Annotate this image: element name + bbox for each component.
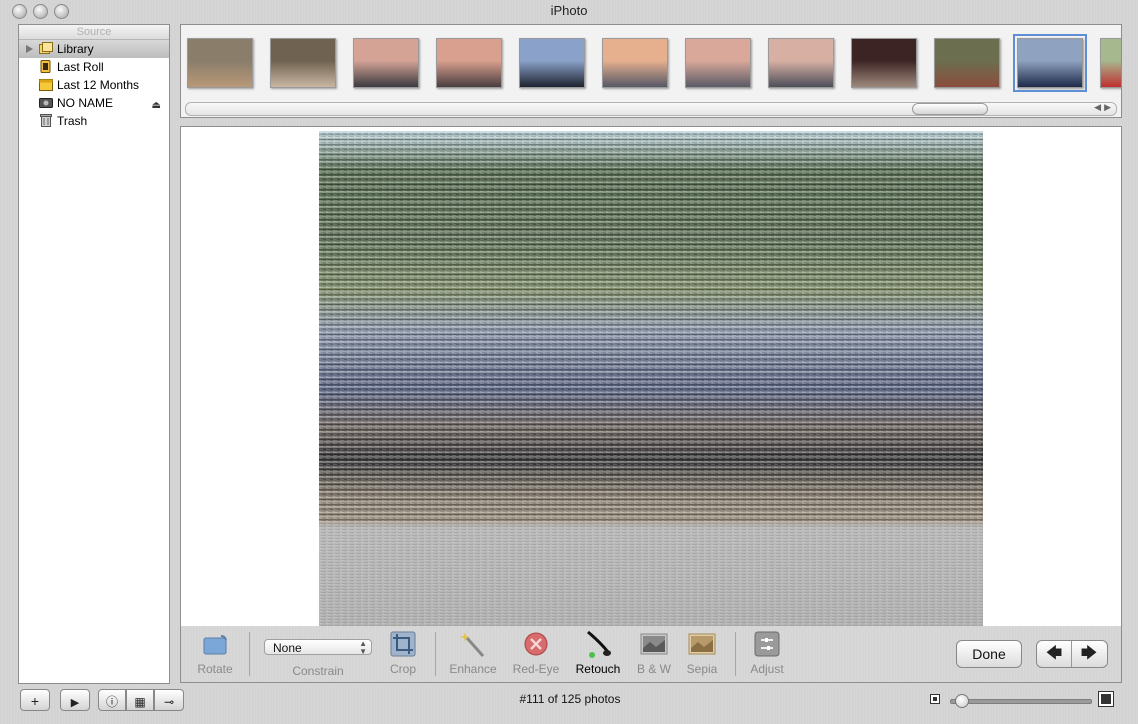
- done-button[interactable]: Done: [956, 640, 1022, 668]
- crop-icon: [390, 631, 416, 657]
- toolbar-separator: [249, 632, 250, 676]
- bw-button[interactable]: B & W: [635, 630, 673, 676]
- film-roll-icon: [40, 60, 51, 73]
- add-album-button[interactable]: +: [20, 689, 50, 711]
- source-item-label: Library: [57, 42, 94, 56]
- constrain-label: Constrain: [292, 664, 344, 678]
- arrow-left-icon: 🡄: [1045, 645, 1063, 662]
- filmstrip: ◀▶: [180, 24, 1122, 118]
- info-button[interactable]: ⓘ: [98, 689, 126, 711]
- source-item-label: NO NAME: [57, 96, 114, 110]
- adjust-button[interactable]: Adjust: [747, 630, 787, 676]
- calendar-icon: ▦: [134, 695, 146, 709]
- calendar-button[interactable]: ▦: [126, 689, 154, 711]
- trash-icon: [40, 114, 52, 127]
- keywords-button[interactable]: ⊸: [154, 689, 184, 711]
- source-item-trash[interactable]: Trash: [19, 112, 169, 130]
- filmstrip-thumbnail[interactable]: [768, 38, 834, 88]
- brush-icon: [587, 630, 611, 658]
- rotate-button[interactable]: Rotate: [193, 630, 237, 676]
- toolbar-separator: [435, 632, 436, 676]
- filmstrip-thumbnail[interactable]: [1100, 38, 1121, 88]
- disclosure-triangle-icon[interactable]: [26, 45, 33, 53]
- red-eye-button[interactable]: Red-Eye: [511, 630, 561, 676]
- play-icon: ▶: [70, 697, 80, 709]
- source-header: Source: [19, 25, 169, 40]
- red-eye-icon: [524, 632, 548, 656]
- photo-viewer: [180, 126, 1122, 628]
- source-list: Source Library Last Roll Last 12 Months: [18, 24, 170, 684]
- enhance-button[interactable]: Enhance: [447, 630, 499, 676]
- window-title: iPhoto: [550, 3, 588, 18]
- filmstrip-thumbnail[interactable]: [270, 38, 336, 88]
- source-item-label: Last Roll: [57, 60, 104, 74]
- filmstrip-thumbnail[interactable]: [851, 38, 917, 88]
- filmstrip-thumbnail[interactable]: [602, 38, 668, 88]
- iphoto-window: iPhoto Source Library Last Roll Last 12: [0, 0, 1138, 724]
- edit-toolbar: Rotate None ▲ ▼ Constrain Crop Enhance R…: [180, 626, 1122, 683]
- scrollbar-thumb[interactable]: [912, 103, 988, 115]
- filmstrip-thumbnail[interactable]: [436, 38, 502, 88]
- library-icon: [39, 42, 53, 54]
- filmstrip-thumbnail[interactable]: [1013, 34, 1087, 92]
- bottom-bar: + ▶ ⓘ ▦ ⊸ #111 of 125 photos: [0, 686, 1138, 716]
- source-item-library[interactable]: Library: [19, 40, 169, 58]
- close-window-button[interactable]: [12, 4, 27, 19]
- constrain-select[interactable]: None ▲ ▼: [264, 639, 372, 656]
- calendar-icon: [39, 79, 53, 91]
- minimize-window-button[interactable]: [33, 4, 48, 19]
- bw-icon: [640, 633, 668, 655]
- next-photo-button[interactable]: 🡆: [1072, 641, 1106, 667]
- edited-photo[interactable]: [319, 131, 983, 627]
- crop-button[interactable]: Crop: [383, 630, 423, 676]
- source-item-label: Trash: [57, 114, 88, 128]
- previous-photo-button[interactable]: 🡄: [1037, 641, 1072, 667]
- sepia-icon: [688, 633, 716, 655]
- camera-icon: [39, 98, 53, 108]
- rotate-icon: [203, 635, 227, 655]
- retouch-button[interactable]: Retouch: [573, 630, 623, 676]
- slideshow-button[interactable]: ▶: [60, 689, 90, 711]
- zoom-slider-knob[interactable]: [954, 694, 969, 708]
- info-icon: ⓘ: [105, 695, 118, 709]
- magic-wand-icon: [460, 632, 485, 657]
- filmstrip-thumbnail[interactable]: [685, 38, 751, 88]
- title-bar[interactable]: iPhoto: [0, 0, 1138, 22]
- filmstrip-thumbnail[interactable]: [519, 38, 585, 88]
- zoom-window-button[interactable]: [54, 4, 69, 19]
- source-item-no-name[interactable]: NO NAME ⏏: [19, 94, 169, 112]
- filmstrip-thumbnail[interactable]: [934, 38, 1000, 88]
- filmstrip-thumbnail[interactable]: [353, 38, 419, 88]
- source-item-last-roll[interactable]: Last Roll: [19, 58, 169, 76]
- popup-arrows-icon: ▲ ▼: [359, 639, 367, 656]
- filmstrip-scrollbar[interactable]: ◀▶: [185, 102, 1117, 116]
- adjust-icon: [754, 631, 780, 657]
- toolbar-separator: [735, 632, 736, 676]
- large-photo-icon: [1098, 691, 1114, 707]
- photo-count-status: #111 of 125 photos: [519, 692, 621, 706]
- plus-icon: +: [30, 693, 40, 709]
- scroll-arrows-icon[interactable]: ◀▶: [1094, 102, 1114, 113]
- filmstrip-thumbnail[interactable]: [187, 38, 253, 88]
- source-item-label: Last 12 Months: [57, 78, 140, 92]
- source-item-last-12-months[interactable]: Last 12 Months: [19, 76, 169, 94]
- photo-navigation: 🡄 🡆: [1036, 640, 1108, 668]
- arrow-right-icon: 🡆: [1080, 645, 1098, 662]
- sepia-button[interactable]: Sepia: [683, 630, 721, 676]
- zoom-slider[interactable]: [950, 694, 1092, 708]
- small-photo-icon: [930, 694, 940, 704]
- key-icon: ⊸: [163, 695, 175, 709]
- constrain-value: None: [273, 641, 302, 655]
